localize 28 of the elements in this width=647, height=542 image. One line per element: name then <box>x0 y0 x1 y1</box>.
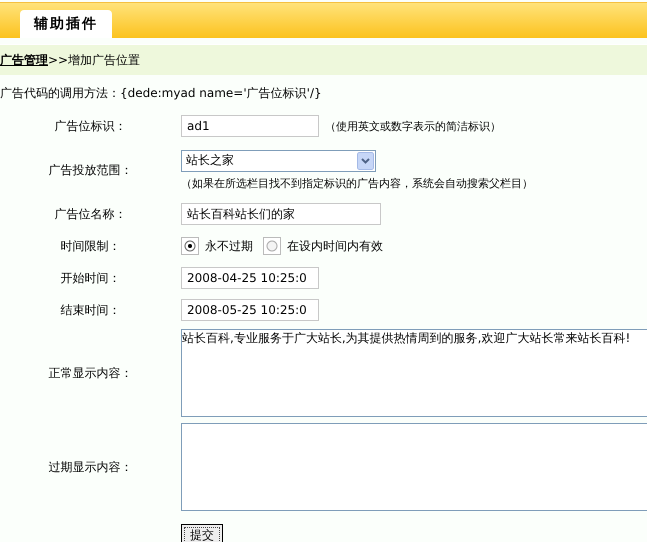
breadcrumb-current: 增加广告位置 <box>68 52 140 68</box>
field-label: 正常显示内容： <box>48 364 134 382</box>
text-input[interactable]: 站长百科站长们的家 <box>181 203 381 225</box>
text-input[interactable]: 2008-05-25 10:25:0 <box>181 299 319 321</box>
field-label: 时间限制： <box>60 238 122 254</box>
radio-label: 永不过期 <box>205 238 253 254</box>
field-label: 结束时间： <box>60 302 122 318</box>
field-label: 广告位名称： <box>54 206 128 222</box>
dropdown[interactable]: 站长之家 <box>181 150 376 172</box>
text-area[interactable] <box>181 423 647 511</box>
hint-text: （如果在所选栏目找不到指定标识的广告内容，系统会自动搜索父栏目） <box>181 176 534 190</box>
text-input[interactable]: ad1 <box>181 115 319 137</box>
chevron-down-icon <box>357 152 374 170</box>
radio-button[interactable] <box>263 237 281 255</box>
radio-label: 在设内时间内有效 <box>287 238 383 254</box>
hint-text: （使用英文或数字表示的简洁标识） <box>325 118 501 134</box>
text-input[interactable]: 2008-04-25 10:25:0 <box>181 267 319 289</box>
field-label: 过期显示内容： <box>48 458 134 476</box>
submit-button[interactable]: 提交 <box>181 524 223 542</box>
breadcrumb-separator: >> <box>48 53 68 67</box>
text-area[interactable]: 站长百科,专业服务于广大站长,为其提供热情周到的服务,欢迎广大站长常来站长百科! <box>181 329 647 417</box>
radio-button[interactable] <box>181 237 199 255</box>
tab[interactable]: 辅助插件 <box>20 10 112 38</box>
field-label: 广告位标识： <box>54 118 128 134</box>
field-label: 开始时间： <box>60 270 122 286</box>
breadcrumb-link[interactable]: 广告管理 <box>0 52 48 68</box>
field-label: 广告投放范围： <box>48 162 134 178</box>
usage-text: 广告代码的调用方法：{dede:myad name='广告位标识'/} <box>0 85 323 102</box>
